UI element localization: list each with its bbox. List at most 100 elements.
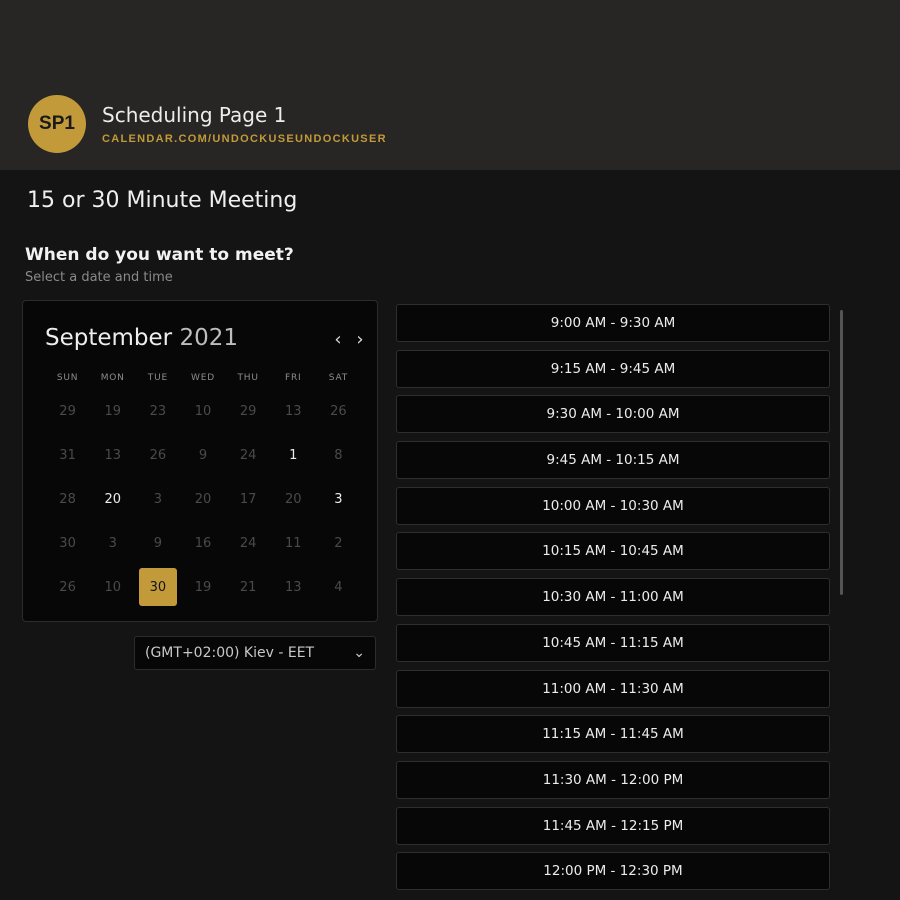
calendar-day-label: 30 (59, 535, 76, 551)
weekday-label: SUN (56, 373, 79, 383)
calendar-day: 19 (90, 389, 135, 433)
date-time-hint: Select a date and time (25, 270, 173, 285)
calendar-day[interactable]: 3 (316, 477, 361, 521)
chevron-down-icon: ⌄ (353, 645, 365, 661)
time-slot-button[interactable]: 9:45 AM - 10:15 AM (396, 441, 830, 480)
calendar-day-label: 16 (194, 535, 212, 551)
calendar-day: 20 (271, 477, 316, 521)
time-slot-button[interactable]: 11:30 AM - 12:00 PM (396, 760, 830, 799)
calendar-day: 3 (135, 477, 180, 521)
calendar-day-label: 31 (59, 447, 76, 463)
calendar-day: 24 (226, 433, 271, 477)
calendar-day: 31 (45, 433, 90, 477)
calendar-day: 26 (135, 433, 180, 477)
calendar-day-label: 26 (330, 403, 347, 419)
time-slot-button[interactable]: 10:00 AM - 10:30 AM (396, 486, 830, 525)
avatar: SP1 (28, 95, 86, 153)
calendar-day: 13 (90, 433, 135, 477)
calendar-day-label: 28 (59, 491, 76, 507)
calendar-day: 16 (180, 521, 225, 565)
calendar-day: 8 (316, 433, 361, 477)
calendar-day-label: 3 (153, 491, 162, 507)
header-text: Scheduling Page 1 CALENDAR.COM/UNDOCKUSE… (102, 103, 387, 145)
calendar-day: 10 (180, 389, 225, 433)
calendar-day: 10 (90, 565, 135, 609)
calendar-days-grid: 29 19 23 10 29 13 26 31 13 26 9 24 1 8 28 20 3 20 17 20 3 30 3… (45, 389, 361, 609)
calendar-day-label: 21 (239, 579, 257, 595)
time-slot-button[interactable]: 11:15 AM - 11:45 AM (396, 715, 830, 754)
weekday-label: THU (237, 373, 259, 383)
calendar-day: 13 (271, 389, 316, 433)
meeting-title: 15 or 30 Minute Meeting (27, 188, 298, 213)
time-slot-scrollbar[interactable] (840, 310, 843, 595)
calendar-day-label: 20 (194, 491, 212, 507)
calendar-day-label: 26 (59, 579, 76, 595)
calendar-day-label: 9 (198, 447, 208, 463)
time-slot-list: 9:00 AM - 9:30 AM 9:15 AM - 9:45 AM 9:30 A… (396, 304, 832, 898)
time-slot-button[interactable]: 9:00 AM - 9:30 AM (396, 304, 830, 342)
weekday-header: SUN MON TUE WED THU FRI SAT (45, 373, 361, 383)
calendar: September 2021 ‹ › SUN MON TUE WED THU FRI SAT… (22, 300, 378, 622)
calendar-day: 4 (316, 565, 361, 609)
calendar-day: 28 (45, 477, 90, 521)
calendar-day-label: 24 (239, 535, 257, 551)
weekday-label: MON (100, 373, 125, 383)
calendar-day: 29 (226, 389, 271, 433)
calendar-day: 3 (90, 521, 135, 565)
calendar-year: 2021 (179, 325, 238, 351)
calendar-day-label: 17 (239, 491, 257, 507)
calendar-day: 9 (180, 433, 225, 477)
calendar-day-label: 10 (104, 579, 121, 595)
calendar-day: 29 (45, 389, 90, 433)
calendar-day-selected[interactable]: 30 (135, 565, 180, 609)
weekday-label: WED (191, 373, 215, 383)
calendar-day-label: 23 (149, 403, 167, 419)
date-time-question: When do you want to meet? (25, 245, 294, 265)
calendar-month: September (45, 325, 173, 351)
calendar-day: 20 (180, 477, 225, 521)
calendar-day: 13 (271, 565, 316, 609)
time-slot-button[interactable]: 10:30 AM - 11:00 AM (396, 578, 830, 617)
calendar-day: 26 (45, 565, 90, 609)
calendar-day: 23 (135, 389, 180, 433)
calendar-day-label: 29 (239, 403, 257, 419)
timezone-value: (GMT+02:00) Kiev - EET (145, 645, 315, 661)
calendar-day-label: 13 (285, 579, 302, 595)
scheduling-page-url[interactable]: CALENDAR.COM/UNDOCKUSEUNDOCKUSER (102, 133, 387, 145)
calendar-day-label: 3 (108, 535, 117, 551)
timezone-select[interactable]: (GMT+02:00) Kiev - EET ⌄ (134, 636, 376, 670)
calendar-day-label: 24 (239, 447, 257, 463)
time-slot-button[interactable]: 11:45 AM - 12:15 PM (396, 806, 830, 845)
calendar-day-label: 10 (194, 403, 212, 419)
calendar-day: 11 (271, 521, 316, 565)
time-slot-button[interactable]: 10:45 AM - 11:15 AM (396, 623, 830, 662)
calendar-day: 30 (45, 521, 90, 565)
calendar-day-label: 19 (194, 579, 212, 595)
weekday-label: SAT (328, 373, 349, 383)
time-slot-button[interactable]: 9:15 AM - 9:45 AM (396, 349, 830, 388)
calendar-day: 9 (135, 521, 180, 565)
calendar-day-label: 1 (289, 447, 298, 463)
calendar-day: 19 (180, 565, 225, 609)
calendar-day-label: 3 (334, 491, 343, 507)
calendar-day-label: 26 (149, 447, 167, 463)
calendar-day-label: 29 (59, 403, 76, 419)
calendar-day[interactable]: 20 (90, 477, 135, 521)
calendar-day-label: 20 (285, 491, 302, 507)
chevron-left-icon[interactable]: ‹ (329, 329, 347, 350)
time-slot-button[interactable]: 12:00 PM - 12:30 PM (396, 852, 830, 891)
calendar-day-label: 8 (334, 447, 343, 463)
calendar-day: 21 (226, 565, 271, 609)
calendar-day[interactable]: 1 (271, 433, 316, 477)
calendar-day-label: 20 (104, 491, 121, 507)
time-slot-button[interactable]: 11:00 AM - 11:30 AM (396, 669, 830, 708)
calendar-day-label: 4 (334, 579, 343, 595)
calendar-day: 24 (226, 521, 271, 565)
scheduling-page-name: Scheduling Page 1 (102, 103, 287, 127)
weekday-label: TUE (147, 373, 168, 383)
calendar-month-year: September 2021 (45, 325, 238, 351)
time-slot-button[interactable]: 10:15 AM - 10:45 AM (396, 532, 830, 571)
calendar-day: 2 (316, 521, 361, 565)
chevron-right-icon[interactable]: › (351, 329, 369, 350)
time-slot-button[interactable]: 9:30 AM - 10:00 AM (396, 395, 830, 434)
